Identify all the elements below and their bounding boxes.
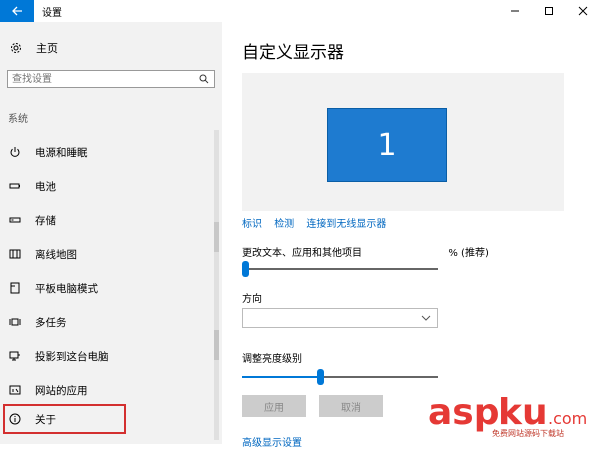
svg-text:.com: .com bbox=[548, 409, 587, 428]
search-input[interactable] bbox=[12, 71, 192, 87]
sidebar: 主页 系统 电源和睡眠 电池 存储 离线地图 平板电脑模式 多任务 投影到这台电… bbox=[0, 22, 222, 444]
sidebar-item-label: 离线地图 bbox=[35, 248, 77, 261]
sidebar-scrollbar[interactable] bbox=[214, 130, 219, 440]
sidebar-item-label: 网站的应用 bbox=[35, 384, 88, 397]
scroll-thumb-upper[interactable] bbox=[214, 222, 219, 252]
apply-button[interactable]: 应用 bbox=[242, 395, 306, 417]
scale-label-left: 更改文本、应用和其他项目 bbox=[242, 248, 362, 259]
project-icon bbox=[9, 351, 20, 361]
orientation-label: 方向 bbox=[242, 294, 262, 305]
window-title: 设置 bbox=[42, 8, 62, 19]
multitasking-icon bbox=[9, 318, 21, 326]
monitor-1[interactable]: 1 bbox=[327, 108, 447, 182]
home-link[interactable]: 主页 bbox=[10, 40, 58, 56]
sidebar-item-label: 存储 bbox=[35, 214, 56, 227]
display-arrangement: 1 bbox=[242, 73, 564, 211]
search-box[interactable] bbox=[7, 70, 215, 88]
info-icon bbox=[9, 413, 21, 425]
minimize-button[interactable] bbox=[498, 0, 532, 22]
tablet-mode-icon bbox=[10, 282, 20, 294]
maximize-button[interactable] bbox=[532, 0, 566, 22]
sidebar-item-offline-maps[interactable]: 离线地图 bbox=[0, 241, 212, 267]
monitor-number: 1 bbox=[377, 127, 397, 163]
sidebar-item-storage[interactable]: 存储 bbox=[0, 207, 212, 233]
svg-text:ku: ku bbox=[498, 392, 548, 433]
power-icon bbox=[10, 147, 20, 157]
chevron-down-icon bbox=[421, 315, 431, 321]
maximize-icon bbox=[545, 7, 553, 15]
sidebar-item-about[interactable]: 关于 bbox=[3, 404, 126, 434]
identify-link[interactable]: 标识 bbox=[242, 219, 262, 230]
sidebar-item-label: 电源和睡眠 bbox=[35, 146, 88, 159]
sidebar-item-label: 投影到这台电脑 bbox=[35, 350, 109, 363]
page-title: 自定义显示器 bbox=[242, 43, 344, 63]
scale-slider-track bbox=[242, 268, 438, 270]
sidebar-item-project[interactable]: 投影到这台电脑 bbox=[0, 343, 212, 369]
storage-icon bbox=[9, 217, 21, 223]
sidebar-item-tablet-mode[interactable]: 平板电脑模式 bbox=[0, 275, 212, 301]
sidebar-item-apps-for-websites[interactable]: 网站的应用 bbox=[0, 377, 212, 403]
brightness-slider-thumb[interactable] bbox=[317, 369, 325, 385]
sidebar-item-label: 多任务 bbox=[35, 316, 67, 329]
search-icon[interactable] bbox=[199, 74, 209, 84]
brightness-slider-fill bbox=[242, 376, 321, 378]
back-button[interactable] bbox=[0, 0, 34, 22]
connect-wireless-link[interactable]: 连接到无线显示器 bbox=[306, 219, 386, 230]
svg-text:asp: asp bbox=[428, 392, 500, 433]
section-label: 系统 bbox=[8, 114, 28, 125]
close-button[interactable] bbox=[566, 0, 600, 22]
orientation-select[interactable] bbox=[242, 308, 438, 328]
offline-maps-icon bbox=[9, 249, 21, 259]
cancel-button[interactable]: 取消 bbox=[319, 395, 383, 417]
sidebar-item-label: 关于 bbox=[35, 413, 56, 426]
watermark-tagline: 免费网站源码下载站 bbox=[492, 429, 564, 438]
sidebar-item-label: 电池 bbox=[35, 180, 56, 193]
back-arrow-icon bbox=[12, 6, 22, 16]
scale-label-right: % (推荐) bbox=[448, 248, 489, 259]
scale-label: 更改文本、应用和其他项目 % (推荐) bbox=[242, 244, 489, 259]
close-icon bbox=[578, 6, 588, 16]
scroll-thumb[interactable] bbox=[214, 330, 219, 360]
advanced-display-settings-link[interactable]: 高级显示设置 bbox=[242, 434, 302, 449]
home-label: 主页 bbox=[36, 42, 58, 55]
sidebar-item-multitasking[interactable]: 多任务 bbox=[0, 309, 212, 335]
sidebar-item-label: 平板电脑模式 bbox=[35, 282, 98, 295]
sidebar-item-battery[interactable]: 电池 bbox=[0, 173, 212, 199]
detect-link[interactable]: 检测 bbox=[274, 219, 294, 230]
battery-icon bbox=[9, 183, 20, 189]
scale-slider-thumb[interactable] bbox=[242, 261, 249, 277]
gear-icon bbox=[11, 43, 21, 53]
apps-for-websites-icon bbox=[9, 385, 21, 395]
display-links: 标识 检测 连接到无线显示器 bbox=[242, 215, 395, 230]
sidebar-item-power-sleep[interactable]: 电源和睡眠 bbox=[0, 139, 212, 165]
brightness-label: 调整亮度级别 bbox=[242, 354, 302, 365]
title-bar: 设置 bbox=[0, 0, 600, 22]
minimize-icon bbox=[511, 10, 519, 12]
